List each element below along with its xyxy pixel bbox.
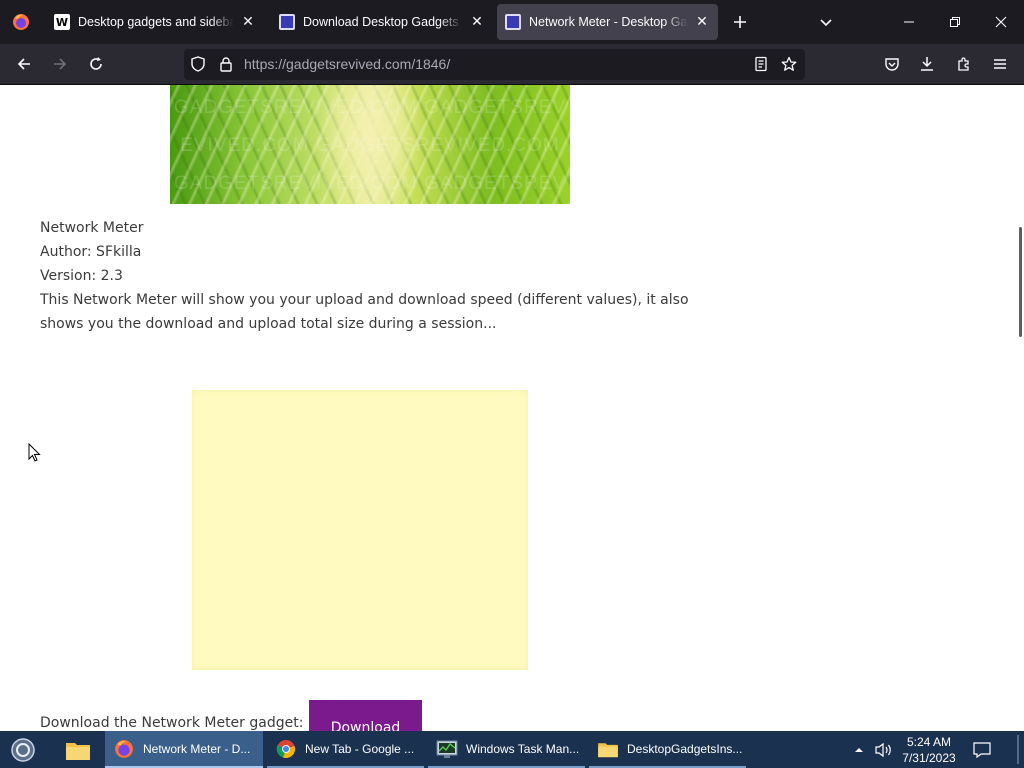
- url-host: https://gadgetsrevived.com: [244, 56, 412, 72]
- tab-title: Desktop gadgets and sidebar for Windows: [78, 15, 234, 29]
- pocket-button[interactable]: [876, 48, 908, 80]
- minimize-icon: [904, 21, 914, 23]
- tab-close-icon[interactable]: ✕: [694, 14, 710, 30]
- volume-button[interactable]: [872, 731, 896, 768]
- download-label: Download the Network Meter gadget:: [40, 715, 304, 731]
- address-bar[interactable]: https://gadgetsrevived.com/1846/: [184, 49, 805, 80]
- tab-download-desktop-gadgets[interactable]: Download Desktop Gadgets and Sidebar ✕: [271, 4, 493, 40]
- chevron-down-icon: [820, 19, 832, 27]
- tab-network-meter[interactable]: Network Meter - Desktop Gadgets ✕: [497, 4, 718, 40]
- minimize-button[interactable]: [886, 0, 932, 44]
- reload-icon: [90, 57, 102, 70]
- downloads-button[interactable]: [911, 48, 943, 80]
- file-explorer-pinned[interactable]: [58, 731, 98, 768]
- advertisement-placeholder[interactable]: [192, 390, 528, 670]
- taskbar-item-chrome[interactable]: New Tab - Google ...: [267, 731, 424, 768]
- watermark-text: GADGETSREVIVED.COM GADGETSREV: [173, 97, 567, 118]
- folder-icon: [597, 738, 619, 760]
- puzzle-piece-icon: [958, 57, 969, 71]
- show-desktop-button[interactable]: [1017, 735, 1019, 764]
- tab-close-icon[interactable]: ✕: [240, 14, 256, 30]
- download-button-label: Download: [330, 720, 401, 731]
- firefox-icon: [13, 14, 29, 30]
- tab-desktop-gadgets-sidebar[interactable]: W Desktop gadgets and sidebar for Window…: [46, 4, 264, 40]
- pocket-icon: [885, 58, 899, 71]
- taskbar-item-firefox[interactable]: Network Meter - D...: [105, 731, 263, 768]
- tab-close-icon[interactable]: ✕: [469, 14, 485, 30]
- browser-tab-strip: W Desktop gadgets and sidebar for Window…: [0, 0, 1024, 44]
- windows-taskbar: Network Meter - D... New Tab - Google ..…: [0, 731, 1024, 768]
- new-tab-button[interactable]: [726, 8, 754, 36]
- restore-icon: [950, 17, 960, 27]
- download-icon: [921, 57, 933, 71]
- reload-button[interactable]: [80, 48, 112, 80]
- gadget-version: Version: 2.3: [40, 268, 123, 284]
- gadget-info: Network Meter Author: SFkilla Version: 2…: [40, 216, 710, 336]
- clock-date: 7/31/2023: [902, 751, 956, 765]
- show-hidden-icons-button[interactable]: [851, 731, 867, 768]
- taskbar-item-label: Network Meter - D...: [143, 741, 251, 756]
- chrome-icon: [275, 738, 297, 760]
- close-icon: [995, 16, 1007, 28]
- lock-icon[interactable]: [218, 56, 234, 76]
- plus-icon: [734, 16, 746, 28]
- gadget-author: Author: SFkilla: [40, 244, 142, 260]
- arrow-left-icon: [17, 58, 30, 70]
- gadgets-revived-favicon-icon: [279, 14, 295, 30]
- watermark-text: GADGETSREVIVED.COM GADGETSREV: [173, 173, 567, 194]
- list-all-tabs-button[interactable]: [812, 8, 840, 36]
- page-scrollbar[interactable]: [1016, 85, 1024, 731]
- reader-view-icon[interactable]: [753, 56, 769, 76]
- firefox-icon: [113, 738, 135, 760]
- url-path: /1846/: [411, 56, 451, 72]
- scrollbar-thumb[interactable]: [1019, 227, 1022, 337]
- notification-icon: [973, 741, 991, 758]
- taskbar-item-label: Windows Task Man...: [466, 741, 580, 756]
- clock-time: 5:24 AM: [906, 735, 952, 749]
- taskbar-item-task-manager[interactable]: Windows Task Man...: [428, 731, 585, 768]
- web-page-content: GADGETSREVIVED.COM GADGETSREV EVIVED.COM…: [0, 85, 1024, 731]
- back-button[interactable]: [8, 48, 40, 80]
- download-button[interactable]: Download: [309, 700, 422, 731]
- firefox-view-button[interactable]: [0, 0, 42, 44]
- speaker-icon: [875, 742, 891, 757]
- task-manager-icon: [436, 738, 458, 760]
- forward-button[interactable]: [44, 48, 76, 80]
- mouse-pointer-icon: [28, 443, 41, 462]
- gadget-name: Network Meter: [40, 220, 144, 236]
- gadget-screenshot-image: GADGETSREVIVED.COM GADGETSREV EVIVED.COM…: [170, 85, 570, 204]
- folder-icon: [66, 742, 90, 760]
- taskbar-item-folder[interactable]: DesktopGadgetsIns...: [589, 731, 746, 768]
- navigation-toolbar: https://gadgetsrevived.com/1846/: [0, 44, 1024, 85]
- system-clock[interactable]: 5:24 AM 7/31/2023: [896, 734, 962, 766]
- url-text[interactable]: https://gadgetsrevived.com/1846/: [244, 49, 450, 80]
- action-center-button[interactable]: [968, 731, 996, 768]
- close-window-button[interactable]: [978, 0, 1024, 44]
- restore-button[interactable]: [932, 0, 978, 44]
- tracking-protection-shield-icon[interactable]: [190, 56, 206, 76]
- chevron-up-icon: [855, 747, 863, 752]
- wikipedia-favicon-icon: W: [54, 14, 70, 30]
- extensions-button[interactable]: [948, 48, 980, 80]
- gadget-description: This Network Meter will show you your up…: [40, 292, 689, 332]
- app-menu-button[interactable]: [984, 48, 1016, 80]
- tab-title: Network Meter - Desktop Gadgets: [529, 15, 688, 29]
- taskbar-item-label: DesktopGadgetsIns...: [627, 741, 743, 756]
- tab-title: Download Desktop Gadgets and Sidebar: [303, 15, 463, 29]
- taskbar-item-label: New Tab - Google ...: [305, 741, 415, 756]
- start-button[interactable]: [0, 731, 46, 768]
- gadgets-revived-favicon-icon: [505, 14, 521, 30]
- hamburger-menu-icon: [994, 59, 1006, 69]
- watermark-text: EVIVED.COM GADGETSREVIVED.COM: [180, 135, 560, 156]
- arrow-right-icon: [54, 58, 67, 70]
- start-orb-icon: [11, 737, 35, 762]
- bookmark-star-icon[interactable]: [781, 56, 797, 76]
